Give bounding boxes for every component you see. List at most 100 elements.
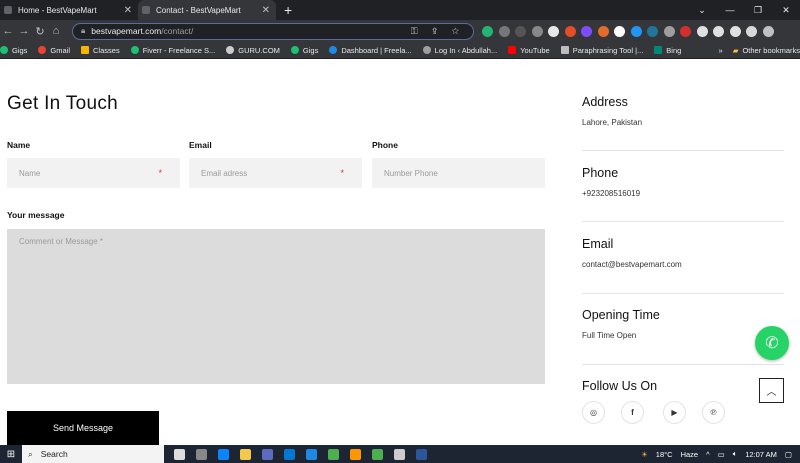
task-view-icon[interactable] — [174, 448, 185, 460]
send-message-button[interactable]: Send Message — [7, 411, 159, 445]
extension-icon[interactable] — [548, 25, 559, 37]
chevron-double-right-icon[interactable]: » — [719, 46, 723, 55]
close-window-icon[interactable]: ✕ — [772, 5, 800, 16]
vscode-icon[interactable] — [306, 448, 317, 460]
app-icon[interactable] — [284, 448, 295, 460]
whatsapp-chat-button[interactable]: ✆ — [755, 326, 789, 360]
phone-value: +923208516019 — [582, 189, 641, 198]
store-icon[interactable] — [262, 448, 273, 460]
tab-title: Home - BestVapeMart — [18, 5, 97, 15]
address-value: Lahore, Pakistan — [582, 118, 643, 127]
extension-icon[interactable] — [531, 25, 543, 37]
tray-chevron-icon[interactable]: ^ — [706, 450, 710, 459]
extension-icon[interactable] — [663, 25, 675, 37]
notifications-icon[interactable]: ▢ — [785, 450, 792, 459]
tab-search-icon[interactable]: ⌄ — [688, 5, 716, 16]
bookmark-label: Gmail — [50, 45, 71, 55]
weather-temp[interactable]: 18°C — [656, 450, 673, 459]
bookmark-item[interactable]: Dashboard | Freela... — [329, 46, 412, 55]
bookmark-item[interactable]: Bing — [654, 46, 681, 55]
scroll-to-top-button[interactable]: ︿ — [759, 378, 784, 403]
home-icon[interactable]: ⌂ — [48, 25, 64, 37]
edge-icon[interactable] — [218, 448, 229, 460]
phone-input[interactable]: Number Phone — [372, 158, 545, 188]
reading-list-icon[interactable] — [713, 25, 724, 37]
bookmark-item[interactable]: Log In ‹ Abdullah... — [422, 46, 497, 55]
message-textarea[interactable]: Comment or Message * — [7, 229, 545, 384]
email-title: Email — [582, 237, 614, 251]
extension-icon[interactable] — [581, 25, 592, 37]
taskbar-search[interactable]: ⌕ Search — [22, 445, 164, 463]
bookmark-item[interactable]: Fiverr - Freelance S... — [130, 46, 215, 55]
bookmark-favicon-icon — [0, 46, 8, 54]
extension-icon[interactable] — [515, 25, 526, 37]
extension-icon[interactable] — [614, 25, 625, 37]
email-input[interactable]: Email adress * — [189, 158, 362, 188]
side-panel-icon[interactable] — [729, 25, 741, 37]
omnibox-actions[interactable]: ⚿ ⇪ ☆ — [411, 26, 465, 37]
back-icon[interactable]: ← — [0, 25, 16, 37]
close-tab-icon[interactable]: ✕ — [124, 5, 132, 16]
new-tab-button[interactable]: + — [284, 0, 292, 20]
tab-contact[interactable]: Contact - BestVapeMart ✕ — [138, 0, 276, 20]
extension-icon[interactable] — [680, 25, 691, 37]
freelancer-icon — [329, 46, 338, 54]
youtube-icon — [508, 46, 517, 54]
word-icon[interactable] — [416, 448, 427, 460]
classroom-icon — [81, 46, 90, 54]
facebook-icon[interactable]: f — [621, 401, 644, 424]
menu-icon[interactable] — [762, 25, 774, 37]
close-tab-icon[interactable]: ✕ — [262, 5, 270, 16]
extensions-bar — [482, 25, 779, 37]
fiverr-icon — [290, 46, 299, 54]
address-bar[interactable]: 🔒︎ bestvapemart.com/contact/ ⚿ ⇪ ☆ — [72, 22, 474, 40]
network-icon[interactable]: ▭ — [718, 450, 725, 459]
quill-icon — [560, 46, 569, 54]
app-icon[interactable] — [394, 448, 405, 460]
window-controls: ⌄ — ❐ ✕ — [688, 0, 800, 20]
pinterest-icon[interactable]: ℗ — [702, 401, 725, 424]
contact-page: Get In Touch Name Email Phone Name * Ema… — [0, 60, 800, 445]
puzzle-icon[interactable] — [696, 25, 708, 37]
bookmark-item[interactable]: Gigs — [290, 46, 318, 55]
gmail-icon — [38, 46, 47, 54]
extension-icon[interactable] — [564, 25, 576, 37]
extension-icon[interactable] — [647, 25, 658, 37]
bookmark-item[interactable]: Paraphrasing Tool |... — [560, 46, 643, 55]
extension-icon[interactable] — [498, 25, 510, 37]
taskbar-search-label: Search — [40, 449, 68, 459]
instagram-icon[interactable]: ◎ — [582, 401, 605, 424]
chrome-icon[interactable] — [372, 448, 383, 460]
forward-icon[interactable]: → — [16, 25, 32, 37]
restore-icon[interactable]: ❐ — [744, 5, 772, 16]
windows-start-icon[interactable]: ⊞ — [0, 449, 22, 460]
email-placeholder: Email adress — [201, 168, 248, 178]
volume-icon[interactable]: 🔈︎ — [733, 449, 738, 459]
bookmark-item[interactable]: GURU.COM — [226, 46, 280, 55]
other-bookmarks[interactable]: » ▰ Other bookmarks — [712, 42, 800, 58]
youtube-icon[interactable]: ▶ — [663, 401, 686, 424]
bookmark-item[interactable]: Classes — [81, 46, 120, 55]
taskbar-apps — [174, 448, 438, 460]
minimize-icon[interactable]: — — [716, 5, 744, 15]
lock-icon: 🔒︎ — [81, 26, 86, 35]
reload-icon[interactable]: ↻ — [32, 25, 48, 38]
extension-icon[interactable] — [630, 25, 642, 37]
follow-us-title: Follow Us On — [582, 379, 658, 393]
chrome-icon[interactable] — [350, 448, 361, 460]
name-input[interactable]: Name * — [7, 158, 180, 188]
chrome-icon[interactable] — [328, 448, 339, 460]
bookmark-item[interactable]: YouTube — [508, 46, 550, 55]
file-explorer-icon[interactable] — [240, 448, 251, 460]
bookmark-item[interactable]: Gigs — [0, 46, 27, 55]
extension-icon[interactable] — [482, 25, 493, 37]
extension-icon[interactable] — [597, 25, 609, 37]
browser-tab-strip: Home - BestVapeMart ✕ Contact - BestVape… — [0, 0, 800, 20]
clock[interactable]: 12:07 AM — [745, 450, 777, 459]
tab-home[interactable]: Home - BestVapeMart ✕ — [0, 0, 138, 20]
profile-avatar[interactable] — [746, 25, 757, 37]
name-placeholder: Name — [19, 168, 41, 178]
settings-icon[interactable] — [196, 448, 207, 460]
bookmarks-bar: Gigs Gmail Classes Fiverr - Freelance S.… — [0, 42, 800, 59]
bookmark-item[interactable]: Gmail — [38, 46, 70, 55]
